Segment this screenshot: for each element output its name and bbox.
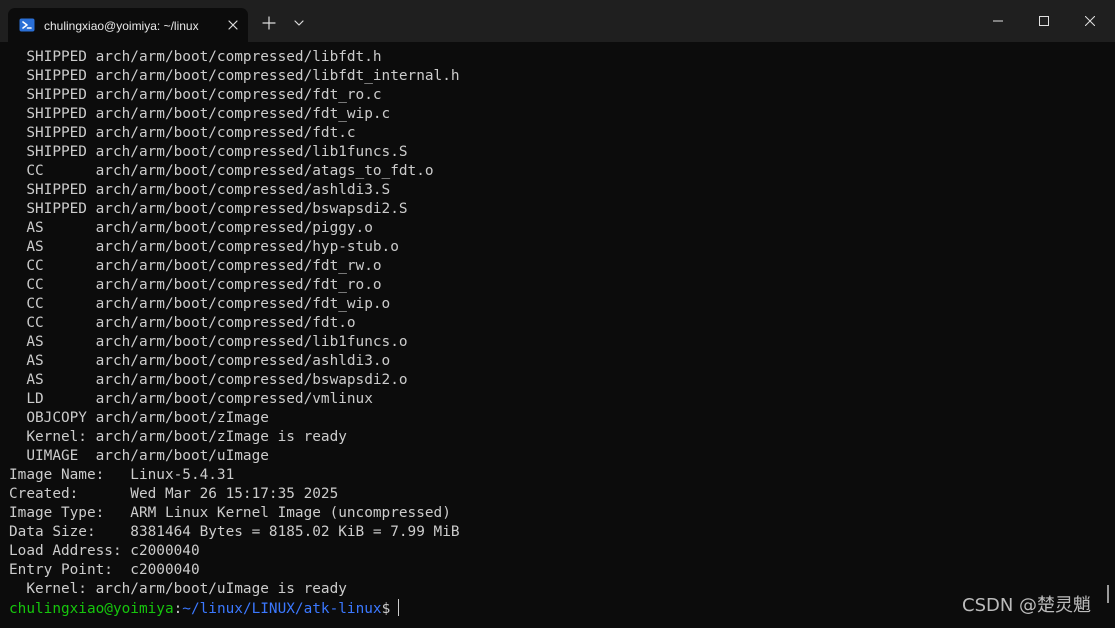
prompt-symbol: $ — [381, 601, 391, 617]
plus-icon[interactable] — [258, 12, 280, 34]
build-output: SHIPPED arch/arm/boot/compressed/libfdt.… — [9, 48, 1105, 599]
terminal-line: UIMAGE arch/arm/boot/uImage — [9, 448, 269, 464]
title-bar[interactable]: chulingxiao@yoimiya: ~/linux — [0, 0, 1115, 42]
terminal-line: SHIPPED arch/arm/boot/compressed/fdt_ro.… — [9, 87, 382, 103]
terminal-line: Created: Wed Mar 26 15:17:35 2025 — [9, 486, 339, 502]
minimize-icon[interactable] — [975, 0, 1021, 42]
terminal-line: Kernel: arch/arm/boot/uImage is ready — [9, 581, 347, 597]
watermark: CSDN @楚灵魈 — [962, 595, 1092, 616]
terminal-line: SHIPPED arch/arm/boot/compressed/ashldi3… — [9, 182, 391, 198]
terminal-line: CC arch/arm/boot/compressed/fdt_rw.o — [9, 258, 382, 274]
text-cursor — [398, 599, 400, 616]
terminal-line: CC arch/arm/boot/compressed/fdt_ro.o — [9, 277, 382, 293]
terminal-line: SHIPPED arch/arm/boot/compressed/libfdt.… — [9, 49, 382, 65]
terminal-line: AS arch/arm/boot/compressed/bswapsdi2.o — [9, 372, 408, 388]
terminal-line: AS arch/arm/boot/compressed/lib1funcs.o — [9, 334, 408, 350]
terminal-line: SHIPPED arch/arm/boot/compressed/fdt.c — [9, 125, 356, 141]
prompt-path: ~/linux/LINUX/atk-linux — [182, 601, 382, 617]
terminal-output[interactable]: SHIPPED arch/arm/boot/compressed/libfdt.… — [9, 48, 1105, 623]
close-icon[interactable] — [1067, 0, 1113, 42]
terminal-line: AS arch/arm/boot/compressed/piggy.o — [9, 220, 373, 236]
terminal-line: Image Type: ARM Linux Kernel Image (unco… — [9, 505, 451, 521]
prompt-user-host: chulingxiao@yoimiya — [9, 601, 174, 617]
terminal-line: SHIPPED arch/arm/boot/compressed/bswapsd… — [9, 201, 408, 217]
command-prompt[interactable]: chulingxiao@yoimiya:~/linux/LINUX/atk-li… — [9, 599, 1105, 618]
tab-active[interactable]: chulingxiao@yoimiya: ~/linux — [8, 8, 248, 42]
terminal-window: chulingxiao@yoimiya: ~/linux SHIPPED arc… — [0, 0, 1115, 628]
scrollbar-thumb[interactable] — [1107, 585, 1109, 603]
terminal-line: AS arch/arm/boot/compressed/hyp-stub.o — [9, 239, 399, 255]
terminal-line: LD arch/arm/boot/compressed/vmlinux — [9, 391, 373, 407]
terminal-line: SHIPPED arch/arm/boot/compressed/libfdt_… — [9, 68, 460, 84]
terminal-line: Image Name: Linux-5.4.31 — [9, 467, 235, 483]
tab-title: chulingxiao@yoimiya: ~/linux — [44, 19, 199, 33]
terminal-line: Load Address: c2000040 — [9, 543, 200, 559]
terminal-line: CC arch/arm/boot/compressed/fdt.o — [9, 315, 356, 331]
terminal-line: Entry Point: c2000040 — [9, 562, 200, 578]
prompt-colon: : — [173, 601, 183, 617]
terminal-line: SHIPPED arch/arm/boot/compressed/lib1fun… — [9, 144, 408, 160]
terminal-line: OBJCOPY arch/arm/boot/zImage — [9, 410, 269, 426]
terminal-line: Kernel: arch/arm/boot/zImage is ready — [9, 429, 347, 445]
chevron-down-icon[interactable] — [289, 12, 309, 34]
terminal-line: CC arch/arm/boot/compressed/fdt_wip.o — [9, 296, 391, 312]
terminal-line: SHIPPED arch/arm/boot/compressed/fdt_wip… — [9, 106, 391, 122]
terminal-line: Data Size: 8381464 Bytes = 8185.02 KiB =… — [9, 524, 460, 540]
terminal-line: AS arch/arm/boot/compressed/ashldi3.o — [9, 353, 391, 369]
powershell-terminal-icon — [19, 17, 35, 33]
close-icon[interactable] — [224, 16, 242, 34]
maximize-icon[interactable] — [1021, 0, 1067, 42]
terminal-line: CC arch/arm/boot/compressed/atags_to_fdt… — [9, 163, 434, 179]
